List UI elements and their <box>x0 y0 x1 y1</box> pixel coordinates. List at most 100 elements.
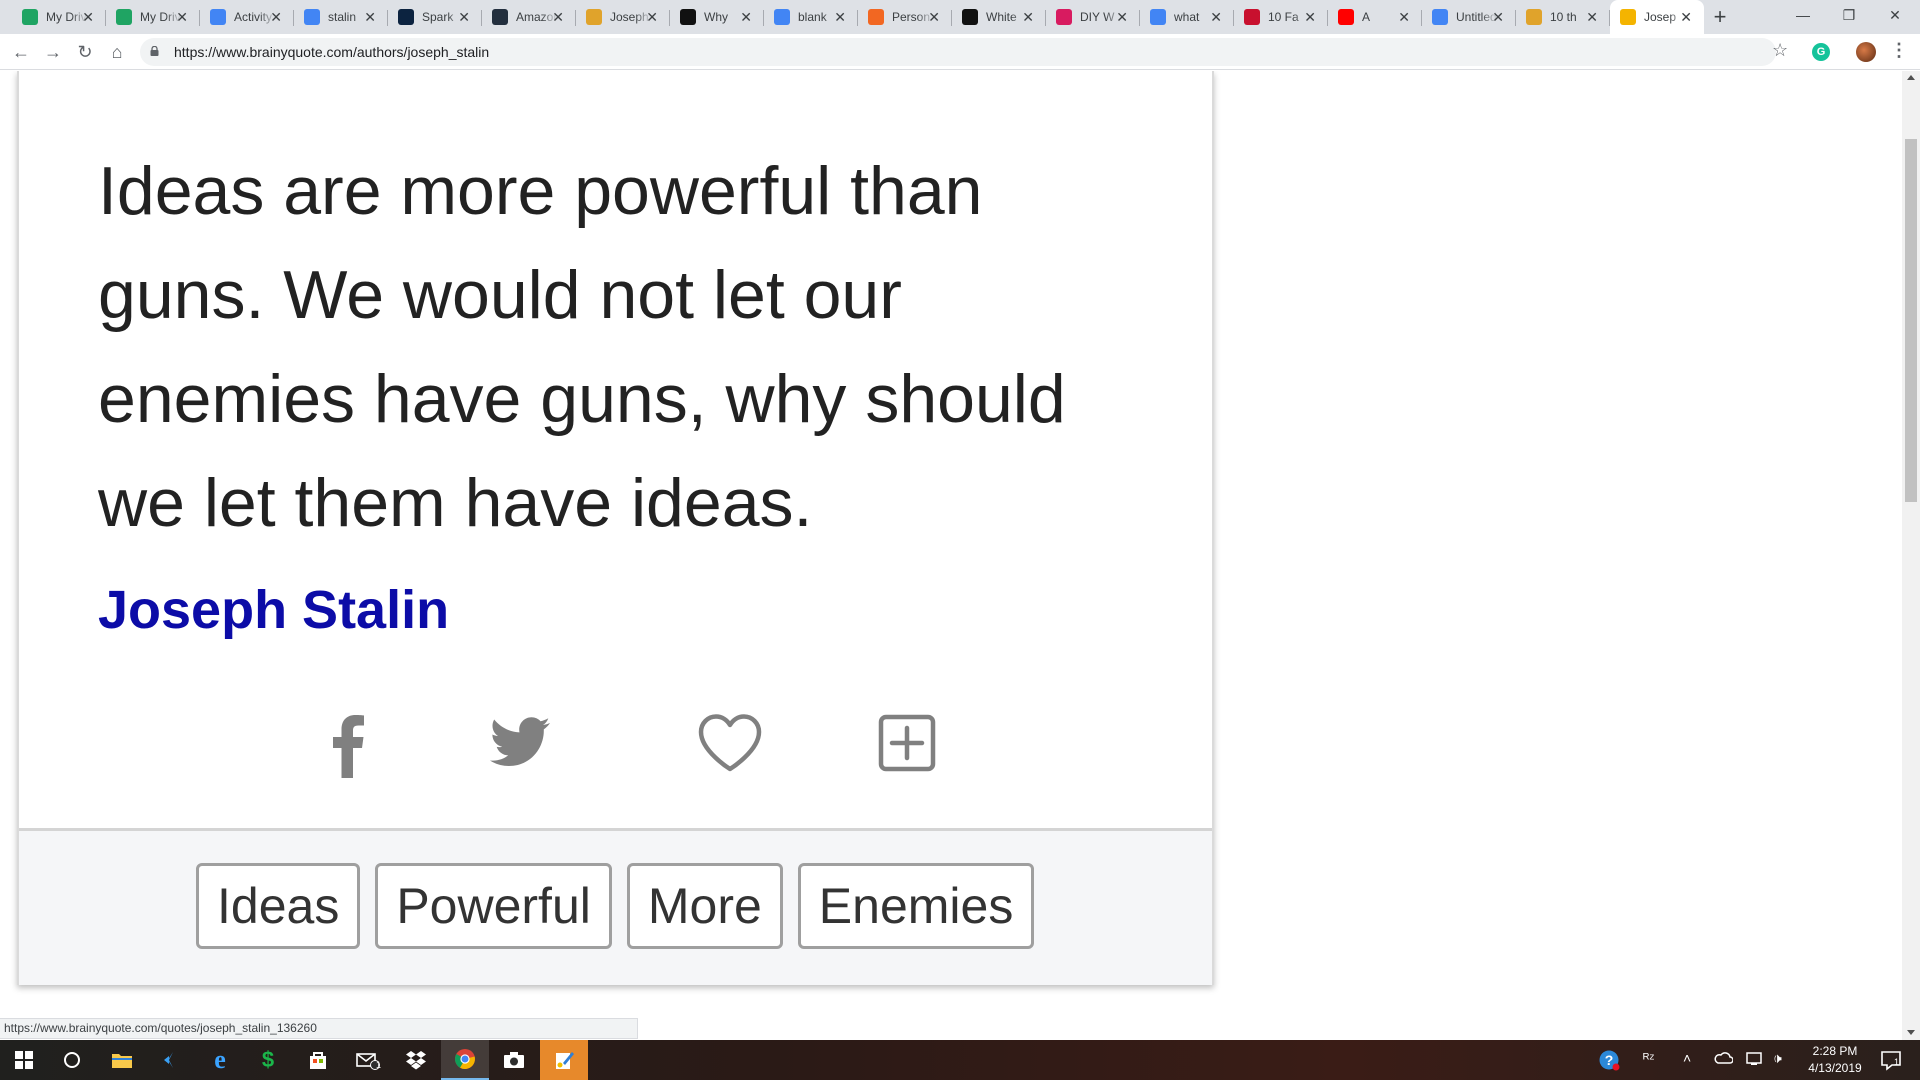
m-icon <box>962 9 978 25</box>
tag-ideas[interactable]: Ideas <box>196 863 361 949</box>
show-hidden-icons-icon[interactable]: ˄ <box>1683 1050 1691 1066</box>
browser-tab[interactable]: DIY W ✕ <box>1046 0 1140 34</box>
google-g-icon <box>774 9 790 25</box>
browser-tab[interactable]: My Drive✕ <box>12 0 106 34</box>
tab-close-icon[interactable]: ✕ <box>1116 9 1128 25</box>
home-icon[interactable]: ⌂ <box>104 39 130 65</box>
edge-browser-icon[interactable]: e <box>196 1040 244 1080</box>
visual-studio-icon[interactable] <box>146 1040 194 1080</box>
cortana-search-icon[interactable] <box>48 1040 96 1080</box>
tab-close-icon[interactable]: ✕ <box>1398 9 1410 25</box>
profile-avatar[interactable] <box>1856 42 1876 62</box>
close-window-icon[interactable]: ✕ <box>1872 0 1918 30</box>
scroll-down-arrow-icon[interactable] <box>1907 1030 1915 1035</box>
bookmark-star-icon[interactable]: ☆ <box>1772 40 1788 61</box>
tab-close-icon[interactable]: ✕ <box>740 9 752 25</box>
wand-icon <box>1056 9 1072 25</box>
youtube-icon <box>1338 9 1354 25</box>
tab-close-icon[interactable]: ✕ <box>82 9 94 25</box>
browser-tab[interactable]: Activity ✕ <box>200 0 294 34</box>
browser-tab[interactable]: blank ✕ <box>764 0 858 34</box>
chrome-taskbar-icon[interactable] <box>441 1040 489 1080</box>
scrollbar-thumb[interactable] <box>1905 139 1917 502</box>
windows-start-icon[interactable] <box>0 1040 48 1080</box>
dropbox-icon[interactable] <box>392 1040 440 1080</box>
tab-close-icon[interactable]: ✕ <box>1304 9 1316 25</box>
mail-badge: 1 <box>376 1060 382 1070</box>
author-link[interactable]: Joseph Stalin <box>98 579 449 641</box>
reload-icon[interactable]: ↻ <box>72 39 98 65</box>
browser-tab[interactable]: Amazon ✕ <box>482 0 576 34</box>
tab-close-icon[interactable]: ✕ <box>1586 9 1598 25</box>
facebook-icon[interactable] <box>315 708 385 778</box>
back-icon[interactable]: ← <box>8 39 34 65</box>
restore-icon[interactable]: ❐ <box>1826 0 1872 30</box>
tab-close-icon[interactable]: ✕ <box>176 9 188 25</box>
tag-enemies[interactable]: Enemies <box>797 863 1035 949</box>
onedrive-icon[interactable] <box>1713 1050 1734 1067</box>
tab-close-icon[interactable]: ✕ <box>646 9 658 25</box>
address-bar[interactable]: https://www.brainyquote.com/authors/jose… <box>140 38 1776 66</box>
tab-list: My Drive✕My Drive✕Activity✕stalin✕Spark✕… <box>12 0 1704 34</box>
network-icon[interactable] <box>1745 1050 1765 1069</box>
notification-badge: 1 <box>1894 1057 1900 1067</box>
tab-close-icon[interactable]: ✕ <box>364 9 376 25</box>
chrome-menu-icon[interactable]: ⋮ <box>1890 40 1908 61</box>
minimize-icon[interactable]: — <box>1780 0 1826 30</box>
browser-tab[interactable]: what ✕ <box>1140 0 1234 34</box>
history-h-icon <box>586 9 602 25</box>
help-tray-icon[interactable]: ? <box>1598 1049 1620 1074</box>
tab-close-icon[interactable]: ✕ <box>1210 9 1222 25</box>
browser-tab[interactable]: Josep ✕ <box>1610 0 1704 34</box>
google-g-icon <box>304 9 320 25</box>
system-clock[interactable]: 2:28 PM 4/13/2019 <box>1800 1043 1870 1077</box>
vertical-scrollbar[interactable] <box>1902 71 1920 1040</box>
new-tab-button[interactable]: + <box>1708 4 1732 30</box>
twitter-icon[interactable] <box>486 708 556 778</box>
mail-icon[interactable]: 1 <box>344 1040 392 1080</box>
browser-tab-strip: My Drive✕My Drive✕Activity✕stalin✕Spark✕… <box>0 0 1920 34</box>
tab-close-icon[interactable]: ✕ <box>458 9 470 25</box>
people-tray-icon[interactable]: ᴿᶻ <box>1643 1050 1654 1066</box>
browser-tab[interactable]: stalin ✕ <box>294 0 388 34</box>
paint-app-icon[interactable] <box>540 1040 588 1080</box>
tab-close-icon[interactable]: ✕ <box>552 9 564 25</box>
browser-tab[interactable]: 10 th ✕ <box>1516 0 1610 34</box>
tag-powerful[interactable]: Powerful <box>375 863 612 949</box>
tag-more[interactable]: More <box>626 863 783 949</box>
tab-close-icon[interactable]: ✕ <box>1492 9 1504 25</box>
clock-time: 2:28 PM <box>1812 1044 1858 1058</box>
tab-close-icon[interactable]: ✕ <box>1022 9 1034 25</box>
browser-tab[interactable]: Spark ✕ <box>388 0 482 34</box>
tab-close-icon[interactable]: ✕ <box>834 9 846 25</box>
tab-close-icon[interactable]: ✕ <box>270 9 282 25</box>
browser-tab[interactable]: My Drive✕ <box>106 0 200 34</box>
action-center-icon[interactable]: 1 <box>1880 1049 1902 1074</box>
google-drive-icon <box>22 9 38 25</box>
browser-tab[interactable]: A ✕ <box>1328 0 1422 34</box>
url-text: https://www.brainyquote.com/authors/jose… <box>174 44 490 60</box>
add-to-collection-icon[interactable] <box>872 708 942 778</box>
browser-tab[interactable]: Joseph ✕ <box>576 0 670 34</box>
browser-tab[interactable]: Why ✕ <box>670 0 764 34</box>
history-h-icon <box>1526 9 1542 25</box>
sparknotes-icon <box>398 9 414 25</box>
store-icon[interactable] <box>294 1040 342 1080</box>
heart-icon[interactable] <box>695 708 765 778</box>
link-status-bubble: https://www.brainyquote.com/quotes/josep… <box>0 1018 638 1039</box>
browser-tab[interactable]: 10 Fa ✕ <box>1234 0 1328 34</box>
forward-icon[interactable]: → <box>40 39 66 65</box>
page-viewport: Ideas are more powerful than guns. We wo… <box>0 71 1902 1040</box>
tab-close-icon[interactable]: ✕ <box>1680 9 1692 25</box>
volume-icon[interactable]: 🕩 <box>1773 1050 1782 1067</box>
browser-tab[interactable]: White ✕ <box>952 0 1046 34</box>
tab-close-icon[interactable]: ✕ <box>928 9 940 25</box>
browser-tab[interactable]: Untitled ✕ <box>1422 0 1516 34</box>
camera-app-icon[interactable] <box>490 1040 538 1080</box>
quote-text[interactable]: Ideas are more powerful than guns. We wo… <box>98 139 1158 555</box>
scroll-up-arrow-icon[interactable] <box>1907 75 1915 80</box>
browser-tab[interactable]: Person ✕ <box>858 0 952 34</box>
file-explorer-icon[interactable] <box>98 1040 146 1080</box>
money-app-icon[interactable]: $ <box>244 1040 292 1080</box>
grammarly-extension-icon[interactable]: G <box>1812 43 1830 61</box>
